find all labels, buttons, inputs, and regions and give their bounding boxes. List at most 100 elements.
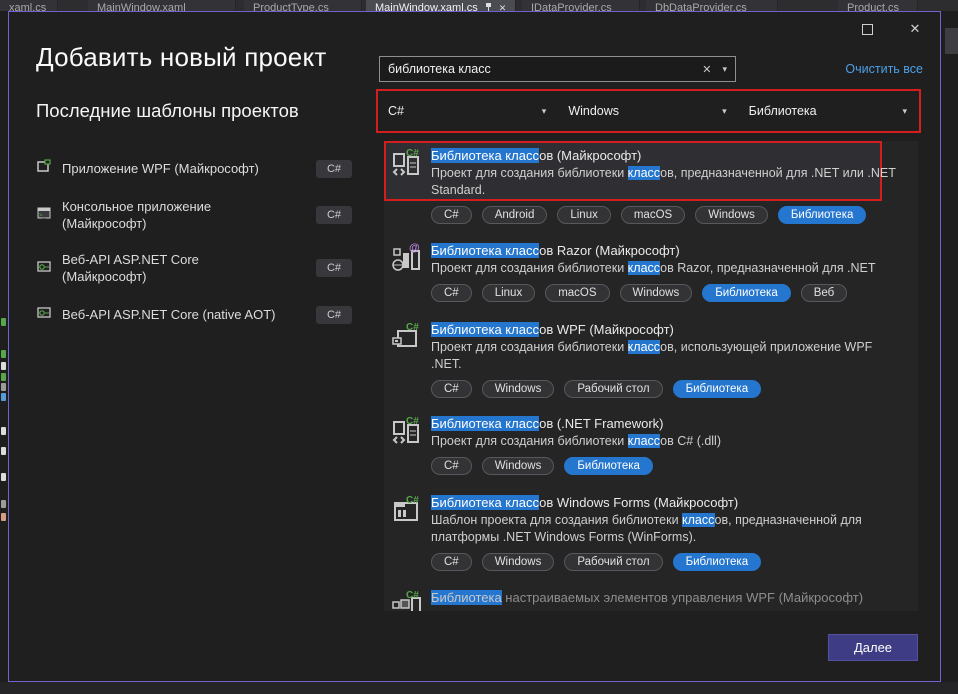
editor-tab-label: MainWindow.xaml.cs [375,2,478,11]
search-box: ✕ ▾ [379,56,736,82]
background-code-sliver [1,393,6,401]
background-code-sliver [1,473,6,481]
classlib-icon: C# [391,415,423,447]
template-results-list: C# Библиотека классов (Майкрософт) Проек… [384,141,918,611]
search-match-highlight: Библиотека класс [431,495,539,510]
editor-tab[interactable]: xaml.cs [0,0,58,11]
svg-text:@: @ [409,242,420,254]
recent-template-item[interactable]: Приложение WPF (Майкрософт) C# [36,158,352,179]
search-input[interactable] [380,62,693,76]
template-tag[interactable]: Библиотека [564,457,653,475]
text-segment: Проект для создания библиотеки [431,261,628,275]
template-tags: C# Windows Рабочий стол Библиотека [431,380,918,398]
close-icon[interactable]: ✕ [499,3,507,11]
editor-tab-bar: xaml.cs MainWindow.xaml ProductType.cs M… [0,0,958,11]
close-button[interactable]: ✕ [904,18,926,40]
template-tag[interactable]: Linux [557,206,611,224]
text-segment: ов (Майкрософт) [539,148,641,163]
template-tag[interactable]: Windows [482,380,555,398]
recent-template-item[interactable]: Веб-API ASP.NET Core(Майкрософт) C# [36,251,352,285]
project-type-filter-dropdown[interactable]: Библиотека ▾ [739,91,919,131]
editor-tab[interactable]: Product.cs [838,0,918,11]
template-tag[interactable]: macOS [545,284,609,302]
template-list-item[interactable]: @ Библиотека классов Razor (Майкрософт) … [384,236,918,302]
editor-scrollbar-fragment [945,28,958,54]
template-description: Проект для создания библиотеки классов, … [431,339,906,373]
language-filter-dropdown[interactable]: C# ▾ [378,91,558,131]
platform-filter-dropdown[interactable]: Windows ▾ [558,91,738,131]
pin-icon[interactable] [485,3,492,11]
template-tag[interactable]: Linux [482,284,536,302]
search-match-highlight: класс [628,434,661,448]
template-tag[interactable]: C# [431,457,472,475]
svg-text:C#: C# [406,590,419,601]
template-tag[interactable]: Android [482,206,548,224]
template-tag[interactable]: C# [431,380,472,398]
language-badge: C# [316,206,352,224]
editor-tab-label: ProductType.cs [253,2,329,11]
search-match-highlight: Библиотека класс [431,416,539,431]
console-app-icon: >_ [36,205,52,226]
svg-text:C#: C# [406,495,419,506]
template-tag[interactable]: Веб [801,284,848,302]
clear-all-link[interactable]: Очистить все [845,62,923,76]
editor-tab[interactable]: MainWindow.xaml.cs ✕ [366,0,516,11]
editor-tab[interactable]: IDataProvider.cs [522,0,640,11]
next-button[interactable]: Далее [828,634,918,661]
template-tag[interactable]: Windows [620,284,693,302]
template-tag[interactable]: Библиотека [673,380,762,398]
language-badge: C# [316,259,352,277]
add-new-project-dialog: ✕ Добавить новый проект ✕ ▾ Очистить все… [8,11,941,682]
template-tag[interactable]: Windows [482,457,555,475]
text-segment: Шаблон проекта для создания библиотеки [431,513,682,527]
editor-tab-label: xaml.cs [9,2,46,11]
template-tag[interactable]: C# [431,553,472,571]
wpf-app-icon [36,158,52,179]
template-title: Библиотека классов (Майкрософт) [431,147,918,164]
template-list-item[interactable]: C# Библиотека классов WPF (Майкрософт) П… [384,315,918,398]
background-code-sliver [1,447,6,455]
template-tag[interactable]: Windows [695,206,768,224]
template-tag[interactable]: Рабочий стол [564,553,662,571]
text-segment: ов Razor, предназначенной для .NET [660,261,875,275]
template-tags: C# Linux macOS Windows Библиотека Веб [431,284,918,302]
recent-template-label: Консольное приложение(Майкрософт) [62,198,274,232]
recent-template-item[interactable]: Веб-API ASP.NET Core (native AOT) C# [36,304,352,325]
close-icon: ✕ [910,21,921,37]
editor-tab[interactable]: MainWindow.xaml [88,0,236,11]
template-tag[interactable]: Рабочий стол [564,380,662,398]
template-list-item[interactable]: C# Библиотека классов Windows Forms (Май… [384,488,918,571]
editor-tab[interactable]: ProductType.cs [244,0,362,11]
template-list-item[interactable]: C# Библиотека настраиваемых элементов уп… [384,583,918,606]
template-description: Шаблон проекта для создания библиотеки к… [431,512,906,546]
background-code-sliver [1,362,6,370]
background-code-sliver [1,500,6,508]
template-head: C# Библиотека классов Windows Forms (Май… [384,488,918,546]
search-match-highlight: класс [682,513,715,527]
template-tag[interactable]: C# [431,206,472,224]
search-dropdown-icon[interactable]: ▾ [720,64,735,75]
editor-tab-label: DbDataProvider.cs [655,2,747,11]
template-title: Библиотека классов WPF (Майкрософт) [431,321,918,338]
text-segment: Проект для создания библиотеки [431,166,628,180]
maximize-button[interactable] [856,18,878,40]
template-list-item[interactable]: C# Библиотека классов (Майкрософт) Проек… [384,141,918,224]
template-tag[interactable]: Windows [482,553,555,571]
template-tag[interactable]: Библиотека [702,284,791,302]
recent-template-item[interactable]: >_ Консольное приложение(Майкрософт) C# [36,198,352,232]
template-tag[interactable]: C# [431,284,472,302]
template-tag[interactable]: Библиотека [778,206,867,224]
template-tag[interactable]: macOS [621,206,685,224]
dialog-title: Добавить новый проект [36,42,326,73]
recent-templates-heading: Последние шаблоны проектов [36,100,299,122]
maximize-icon [862,24,873,35]
editor-tab[interactable]: DbDataProvider.cs [646,0,778,11]
template-list-item[interactable]: C# Библиотека классов (.NET Framework) П… [384,409,918,475]
template-title: Библиотека классов Razor (Майкрософт) [431,242,918,259]
template-description: Проект для создания библиотеки классов, … [431,165,906,199]
wpf-lib-icon: C# [391,321,423,353]
background-code-sliver [1,350,6,358]
template-tag[interactable]: Библиотека [673,553,762,571]
search-clear-icon[interactable]: ✕ [693,63,720,76]
template-head: @ Библиотека классов Razor (Майкрософт) … [384,236,918,277]
